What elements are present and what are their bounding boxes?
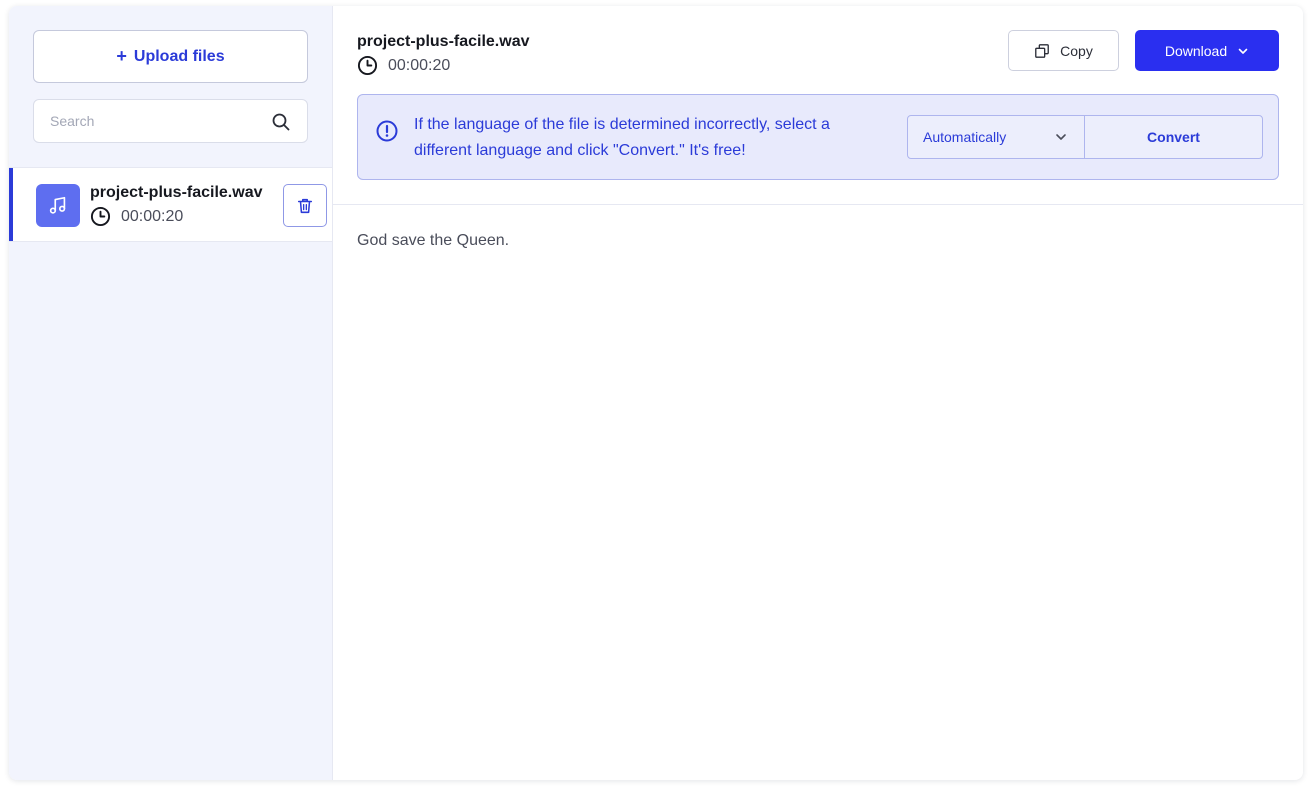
download-button[interactable]: Download xyxy=(1135,30,1279,71)
file-duration: 00:00:20 xyxy=(388,57,450,75)
search-icon[interactable] xyxy=(271,112,291,132)
clock-icon xyxy=(90,206,111,227)
active-indicator xyxy=(9,168,13,241)
copy-label: Copy xyxy=(1060,43,1093,59)
copy-button[interactable]: Copy xyxy=(1008,30,1119,71)
main-header: project-plus-facile.wav 00:00:20 Copy Do… xyxy=(333,6,1303,205)
convert-label: Convert xyxy=(1147,129,1200,145)
chevron-down-icon xyxy=(1054,130,1068,144)
sidebar: + Upload files project-plus-facile.wav xyxy=(9,6,333,780)
delete-file-button[interactable] xyxy=(283,184,327,227)
alert-circle-icon xyxy=(375,119,399,143)
chevron-down-icon xyxy=(1237,45,1249,57)
transcript-text: God save the Queen. xyxy=(357,232,509,250)
file-item-name: project-plus-facile.wav xyxy=(90,184,263,202)
copy-icon xyxy=(1034,43,1050,59)
app-window: + Upload files project-plus-facile.wav xyxy=(9,6,1303,780)
clock-icon xyxy=(357,55,378,76)
search-input[interactable] xyxy=(34,100,254,142)
file-title: project-plus-facile.wav xyxy=(357,33,530,51)
file-item-meta: 00:00:20 xyxy=(90,206,183,227)
language-select-value: Automatically xyxy=(923,129,1006,145)
search-box xyxy=(33,99,308,143)
download-label: Download xyxy=(1165,43,1227,59)
main-panel: project-plus-facile.wav 00:00:20 Copy Do… xyxy=(333,6,1303,780)
file-thumbnail xyxy=(36,184,80,227)
language-notice: If the language of the file is determine… xyxy=(357,94,1279,180)
music-note-icon xyxy=(47,195,69,217)
notice-text: If the language of the file is determine… xyxy=(414,112,874,164)
upload-files-button[interactable]: + Upload files xyxy=(33,30,308,83)
plus-icon: + xyxy=(116,46,127,67)
file-item-duration: 00:00:20 xyxy=(121,208,183,226)
file-list-item[interactable]: project-plus-facile.wav 00:00:20 xyxy=(9,167,332,242)
upload-files-label: Upload files xyxy=(134,48,225,66)
trash-icon xyxy=(296,197,314,215)
convert-button[interactable]: Convert xyxy=(1084,115,1263,159)
language-select[interactable]: Automatically xyxy=(907,115,1085,159)
file-meta: 00:00:20 xyxy=(357,55,450,76)
